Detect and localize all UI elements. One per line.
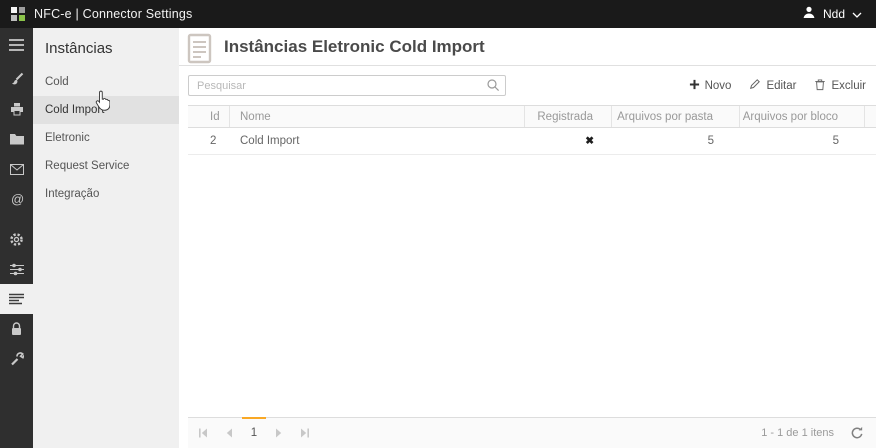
delete-button[interactable]: Excluir xyxy=(814,78,866,94)
sidebar-item-cold-import[interactable]: Cold Import xyxy=(33,96,179,124)
cell-arquivos-por-bloco: 5 xyxy=(740,128,865,154)
grid-toolbar: Novo Editar Excl xyxy=(179,66,876,105)
column-header-arquivos-por-bloco[interactable]: Arquivos por bloco xyxy=(740,106,865,127)
delete-button-label: Excluir xyxy=(831,80,866,92)
sidebar-title: Instâncias xyxy=(33,28,179,68)
new-button[interactable]: Novo xyxy=(689,79,732,93)
document-icon xyxy=(181,33,217,65)
cell-spacer xyxy=(865,128,876,154)
cell-id: 2 xyxy=(188,128,230,154)
cell-registrada-x-icon: ✖ xyxy=(525,128,612,154)
at-sign-icon: @ xyxy=(10,192,24,206)
rail-item-menu[interactable] xyxy=(0,30,33,60)
pager-right: 1 - 1 de 1 itens xyxy=(761,426,868,440)
search-icon[interactable] xyxy=(486,78,500,97)
icon-rail: @ xyxy=(0,28,33,448)
edit-button-label: Editar xyxy=(766,80,796,92)
column-header-nome[interactable]: Nome xyxy=(230,106,525,127)
user-menu[interactable]: Ndd xyxy=(802,5,866,24)
column-header-spacer xyxy=(865,106,876,127)
app-title: NFC-e | Connector Settings xyxy=(34,7,193,21)
rail-item-instances[interactable] xyxy=(0,284,33,314)
edit-button[interactable]: Editar xyxy=(749,78,796,93)
pager-next-button[interactable] xyxy=(266,418,292,448)
pager-first-button[interactable] xyxy=(190,418,216,448)
rail-item-files[interactable] xyxy=(0,124,33,154)
rail-item-mail[interactable] xyxy=(0,154,33,184)
new-button-label: Novo xyxy=(705,80,732,92)
user-name: Ndd xyxy=(823,7,845,21)
sidebar-item-eletronic[interactable]: Eletronic xyxy=(33,124,179,152)
user-icon xyxy=(802,5,816,24)
pager: 1 1 - 1 de 1 itens xyxy=(188,417,876,448)
menu-icon xyxy=(9,39,24,51)
column-header-id[interactable]: Id xyxy=(188,106,230,127)
folder-icon xyxy=(10,133,24,145)
printer-icon xyxy=(10,102,24,116)
data-grid: Id Nome Registrada Arquivos por pasta Ar… xyxy=(188,105,876,448)
sidebar-item-cold[interactable]: Cold xyxy=(33,68,179,96)
paintbrush-icon xyxy=(10,72,24,86)
trash-icon xyxy=(814,78,826,94)
sidebar-item-request-service[interactable]: Request Service xyxy=(33,152,179,180)
rail-item-smtp[interactable]: @ xyxy=(0,184,33,214)
rail-item-security[interactable] xyxy=(0,314,33,344)
pager-prev-button[interactable] xyxy=(216,418,242,448)
sliders-icon xyxy=(10,263,24,276)
cell-nome: Cold Import xyxy=(230,128,525,154)
sidebar: Instâncias Cold Cold Import Eletronic Re… xyxy=(33,28,179,448)
rail-item-printers[interactable] xyxy=(0,94,33,124)
main-panel: Instâncias Eletronic Cold Import Novo xyxy=(179,28,876,448)
grid-empty-area xyxy=(188,155,876,417)
rail-item-preferences[interactable] xyxy=(0,254,33,284)
refresh-icon[interactable] xyxy=(850,426,864,440)
pager-page-current[interactable]: 1 xyxy=(242,417,266,448)
svg-text:@: @ xyxy=(11,192,24,206)
page-header: Instâncias Eletronic Cold Import xyxy=(179,28,876,66)
chevron-down-icon xyxy=(852,5,862,23)
gear-icon xyxy=(9,232,24,247)
search-input[interactable] xyxy=(188,75,506,96)
table-row[interactable]: 2 Cold Import ✖ 5 5 xyxy=(188,128,876,155)
plus-icon xyxy=(689,79,700,93)
pager-info: 1 - 1 de 1 itens xyxy=(761,427,834,439)
search-box xyxy=(188,75,506,96)
column-header-arquivos-por-pasta[interactable]: Arquivos por pasta xyxy=(612,106,740,127)
topbar: NFC-e | Connector Settings Ndd xyxy=(0,0,876,28)
column-header-registrada[interactable]: Registrada xyxy=(525,106,612,127)
rail-item-themes[interactable] xyxy=(0,64,33,94)
grid-header-row: Id Nome Registrada Arquivos por pasta Ar… xyxy=(188,105,876,128)
mail-icon xyxy=(10,164,24,175)
lock-icon xyxy=(10,322,23,336)
pager-last-button[interactable] xyxy=(292,418,318,448)
rail-item-settings[interactable] xyxy=(0,224,33,254)
page-title: Instâncias Eletronic Cold Import xyxy=(224,37,485,57)
instances-list-icon xyxy=(9,293,24,306)
app-logo-icon xyxy=(10,6,26,22)
toolbar-actions: Novo Editar Excl xyxy=(689,78,866,94)
rail-item-tools[interactable] xyxy=(0,344,33,374)
pencil-icon xyxy=(749,78,761,93)
cell-arquivos-por-pasta: 5 xyxy=(612,128,740,154)
sidebar-item-integracao[interactable]: Integração xyxy=(33,180,179,208)
wrench-icon xyxy=(10,352,24,366)
